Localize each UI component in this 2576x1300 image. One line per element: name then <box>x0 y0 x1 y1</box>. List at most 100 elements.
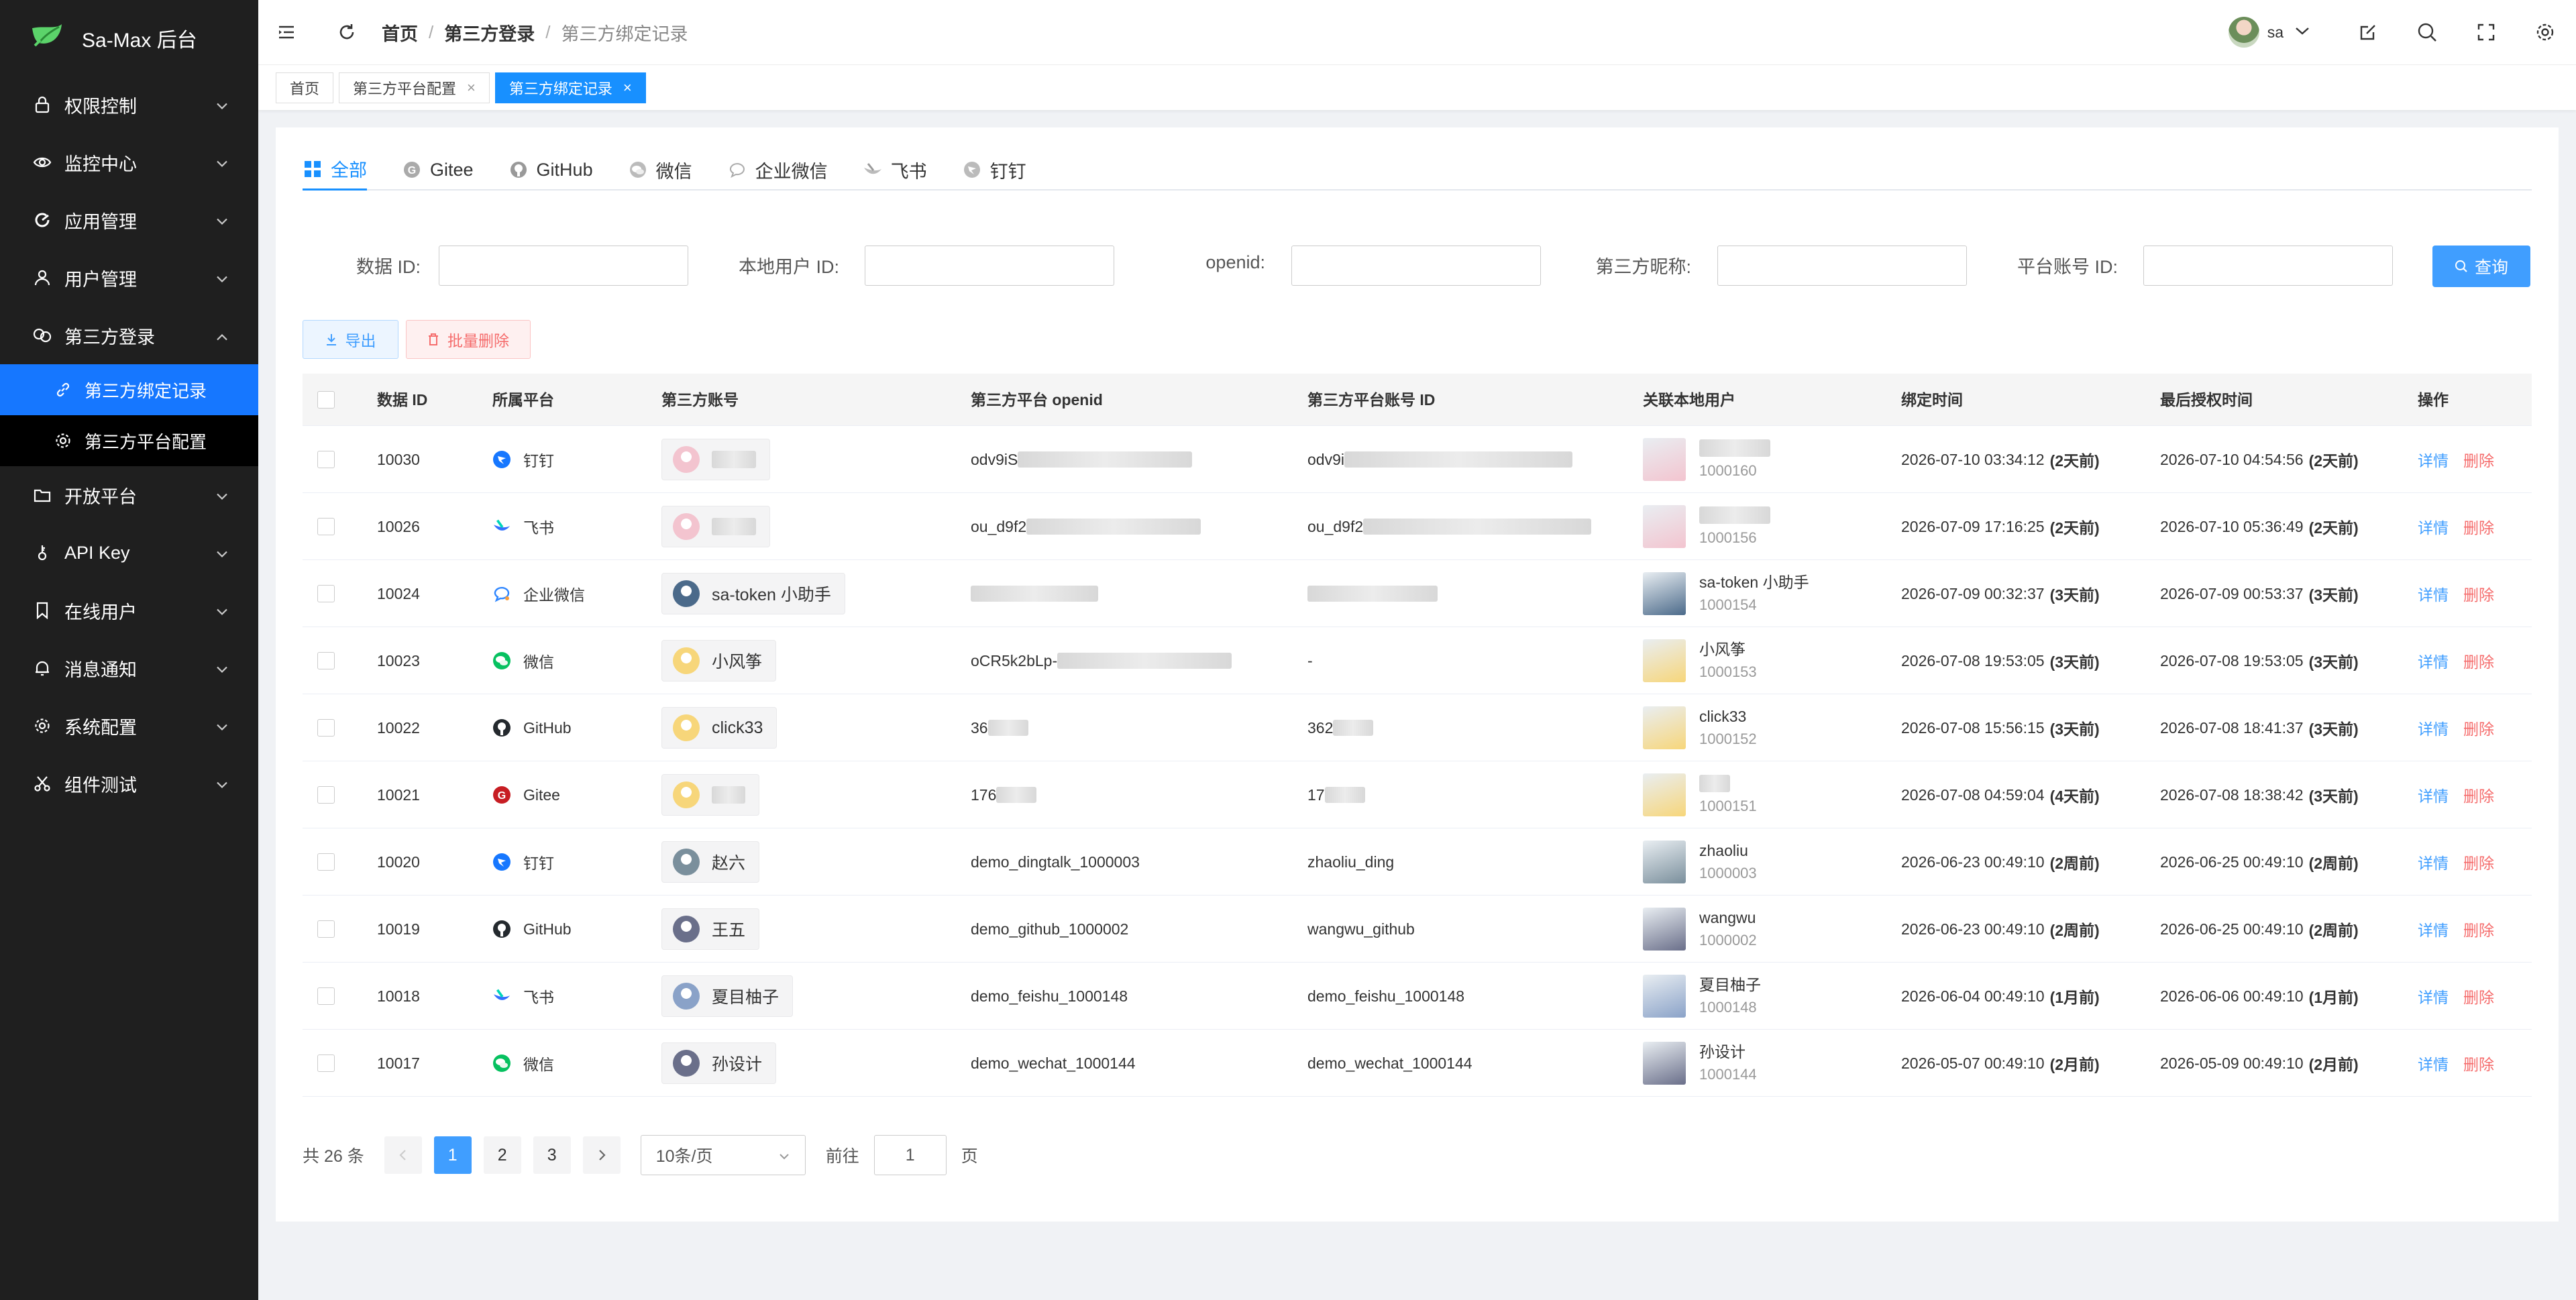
detail-link[interactable]: 详情 <box>2418 582 2449 605</box>
menu-toggle-icon[interactable] <box>273 19 300 46</box>
row-checkbox[interactable] <box>317 694 335 761</box>
search-icon[interactable] <box>2414 19 2440 46</box>
sidebar-item-online-users[interactable]: 在线用户 <box>0 582 258 639</box>
account-id-text: wangwu_github <box>1307 920 1415 938</box>
svg-text:G: G <box>498 790 506 802</box>
sidebar-item-notifications[interactable]: 消息通知 <box>0 639 258 697</box>
close-icon[interactable]: × <box>623 79 632 97</box>
tag-platform-config[interactable]: 第三方平台配置 × <box>339 72 490 103</box>
row-checkbox[interactable] <box>317 761 335 828</box>
delete-link[interactable]: 删除 <box>2463 851 2494 873</box>
close-icon[interactable]: × <box>467 79 476 97</box>
row-checkbox[interactable] <box>317 627 335 694</box>
bind-time-cell: 2026-07-09 17:16:25 (2天前) <box>1901 493 2100 560</box>
platform-account-id-input[interactable] <box>2143 246 2393 286</box>
row-checkbox[interactable] <box>317 560 335 627</box>
sidebar-item-component-test[interactable]: 组件测试 <box>0 755 258 812</box>
page-1-button[interactable]: 1 <box>433 1136 472 1174</box>
account-tag: 夏目柚子 <box>661 975 794 1017</box>
data-id-input[interactable] <box>439 246 688 286</box>
detail-link[interactable]: 详情 <box>2418 716 2449 739</box>
sidebar-item-permission[interactable]: 权限控制 <box>0 76 258 133</box>
tab-all[interactable]: 全部 <box>303 153 367 191</box>
sidebar-item-apps[interactable]: 应用管理 <box>0 191 258 249</box>
sidebar-item-system-config[interactable]: 系统配置 <box>0 697 258 755</box>
export-button[interactable]: 导出 <box>303 320 398 359</box>
sidebar-item-third-party-login[interactable]: 第三方登录 <box>0 307 258 364</box>
local-user-avatar <box>1643 505 1686 548</box>
detail-link[interactable]: 详情 <box>2418 783 2449 806</box>
sidebar-item-users[interactable]: 用户管理 <box>0 249 258 307</box>
sidebar-subitem-platform-config[interactable]: 第三方平台配置 <box>0 415 258 466</box>
bind-time: 2026-07-08 04:59:04 <box>1901 786 2045 804</box>
local-user-name: click33 <box>1699 708 1747 725</box>
sidebar-subitem-bind-records[interactable]: 第三方绑定记录 <box>0 364 258 415</box>
delete-link[interactable]: 删除 <box>2463 716 2494 739</box>
account-tag: click33 <box>661 707 777 749</box>
delete-link[interactable]: 删除 <box>2463 515 2494 538</box>
data-id-cell: 10030 <box>377 450 420 468</box>
page-2-button[interactable]: 2 <box>483 1136 521 1174</box>
bind-time-ago: (3天前) <box>2049 720 2100 738</box>
detail-link[interactable]: 详情 <box>2418 1052 2449 1075</box>
detail-link[interactable]: 详情 <box>2418 448 2449 471</box>
app-logo[interactable]: Sa-Max 后台 <box>0 0 258 76</box>
delete-link[interactable]: 删除 <box>2463 582 2494 605</box>
search-button[interactable]: 查询 <box>2432 246 2530 287</box>
row-checkbox[interactable] <box>317 426 335 493</box>
fullscreen-icon[interactable] <box>2473 19 2500 46</box>
next-page-button[interactable] <box>582 1136 621 1174</box>
detail-link[interactable]: 详情 <box>2418 515 2449 538</box>
row-checkbox[interactable] <box>317 896 335 963</box>
tab-gitee[interactable]: G Gitee <box>402 153 474 191</box>
openid-input[interactable] <box>1291 246 1541 286</box>
tab-wecom[interactable]: 企业微信 <box>727 153 828 191</box>
filter-nickname-label: 第三方昵称: <box>1595 257 1691 277</box>
nickname-input[interactable] <box>1717 246 1967 286</box>
local-user-id-input[interactable] <box>865 246 1114 286</box>
batch-delete-button[interactable]: 批量删除 <box>406 320 531 359</box>
breadcrumb-home[interactable]: 首页 <box>382 19 418 46</box>
delete-link[interactable]: 删除 <box>2463 985 2494 1008</box>
tab-wechat[interactable]: 微信 <box>628 153 692 191</box>
tab-dingtalk[interactable]: 钉钉 <box>962 153 1026 191</box>
tag-bind-records[interactable]: 第三方绑定记录 × <box>494 72 646 103</box>
refresh-icon[interactable] <box>333 19 360 46</box>
page-3-button[interactable]: 3 <box>533 1136 571 1174</box>
row-checkbox[interactable] <box>317 493 335 560</box>
sidebar-item-monitor[interactable]: 监控中心 <box>0 133 258 191</box>
sidebar-item-api-key[interactable]: API Key <box>0 524 258 582</box>
row-checkbox[interactable] <box>317 963 335 1030</box>
delete-link[interactable]: 删除 <box>2463 783 2494 806</box>
delete-link[interactable]: 删除 <box>2463 448 2494 471</box>
page-size-select[interactable]: 10条/页 <box>640 1135 806 1175</box>
delete-link[interactable]: 删除 <box>2463 918 2494 940</box>
data-id-cell: 10021 <box>377 786 420 804</box>
detail-link[interactable]: 详情 <box>2418 918 2449 940</box>
prev-page-button[interactable] <box>384 1136 422 1174</box>
user-menu[interactable]: sa <box>2228 17 2310 48</box>
bind-time-cell: 2026-07-09 00:32:37 (3天前) <box>1901 560 2100 627</box>
masked-text <box>712 451 756 468</box>
tag-home[interactable]: 首页 <box>276 72 334 103</box>
link-icon <box>32 325 52 345</box>
delete-link[interactable]: 删除 <box>2463 649 2494 672</box>
row-checkbox[interactable] <box>317 828 335 896</box>
sidebar-item-open-platform[interactable]: 开放平台 <box>0 466 258 524</box>
bind-time: 2026-07-09 17:16:25 <box>1901 517 2045 535</box>
breadcrumb-third-party-login[interactable]: 第三方登录 <box>444 19 535 46</box>
auth-time: 2026-07-08 18:38:42 <box>2160 786 2304 804</box>
detail-link[interactable]: 详情 <box>2418 851 2449 873</box>
goto-page-input[interactable]: 1 <box>873 1135 947 1175</box>
detail-link[interactable]: 详情 <box>2418 649 2449 672</box>
tab-github[interactable]: GitHub <box>508 153 593 191</box>
settings-gear-icon[interactable] <box>2532 19 2559 46</box>
masked-text <box>1018 451 1193 468</box>
auth-time-cell: 2026-06-06 00:49:10 (1月前) <box>2160 963 2359 1030</box>
edit-icon[interactable] <box>2355 19 2381 46</box>
detail-link[interactable]: 详情 <box>2418 985 2449 1008</box>
select-all-checkbox[interactable] <box>317 391 335 409</box>
delete-link[interactable]: 删除 <box>2463 1052 2494 1075</box>
tab-feishu[interactable]: 飞书 <box>863 153 927 191</box>
row-checkbox[interactable] <box>317 1030 335 1097</box>
